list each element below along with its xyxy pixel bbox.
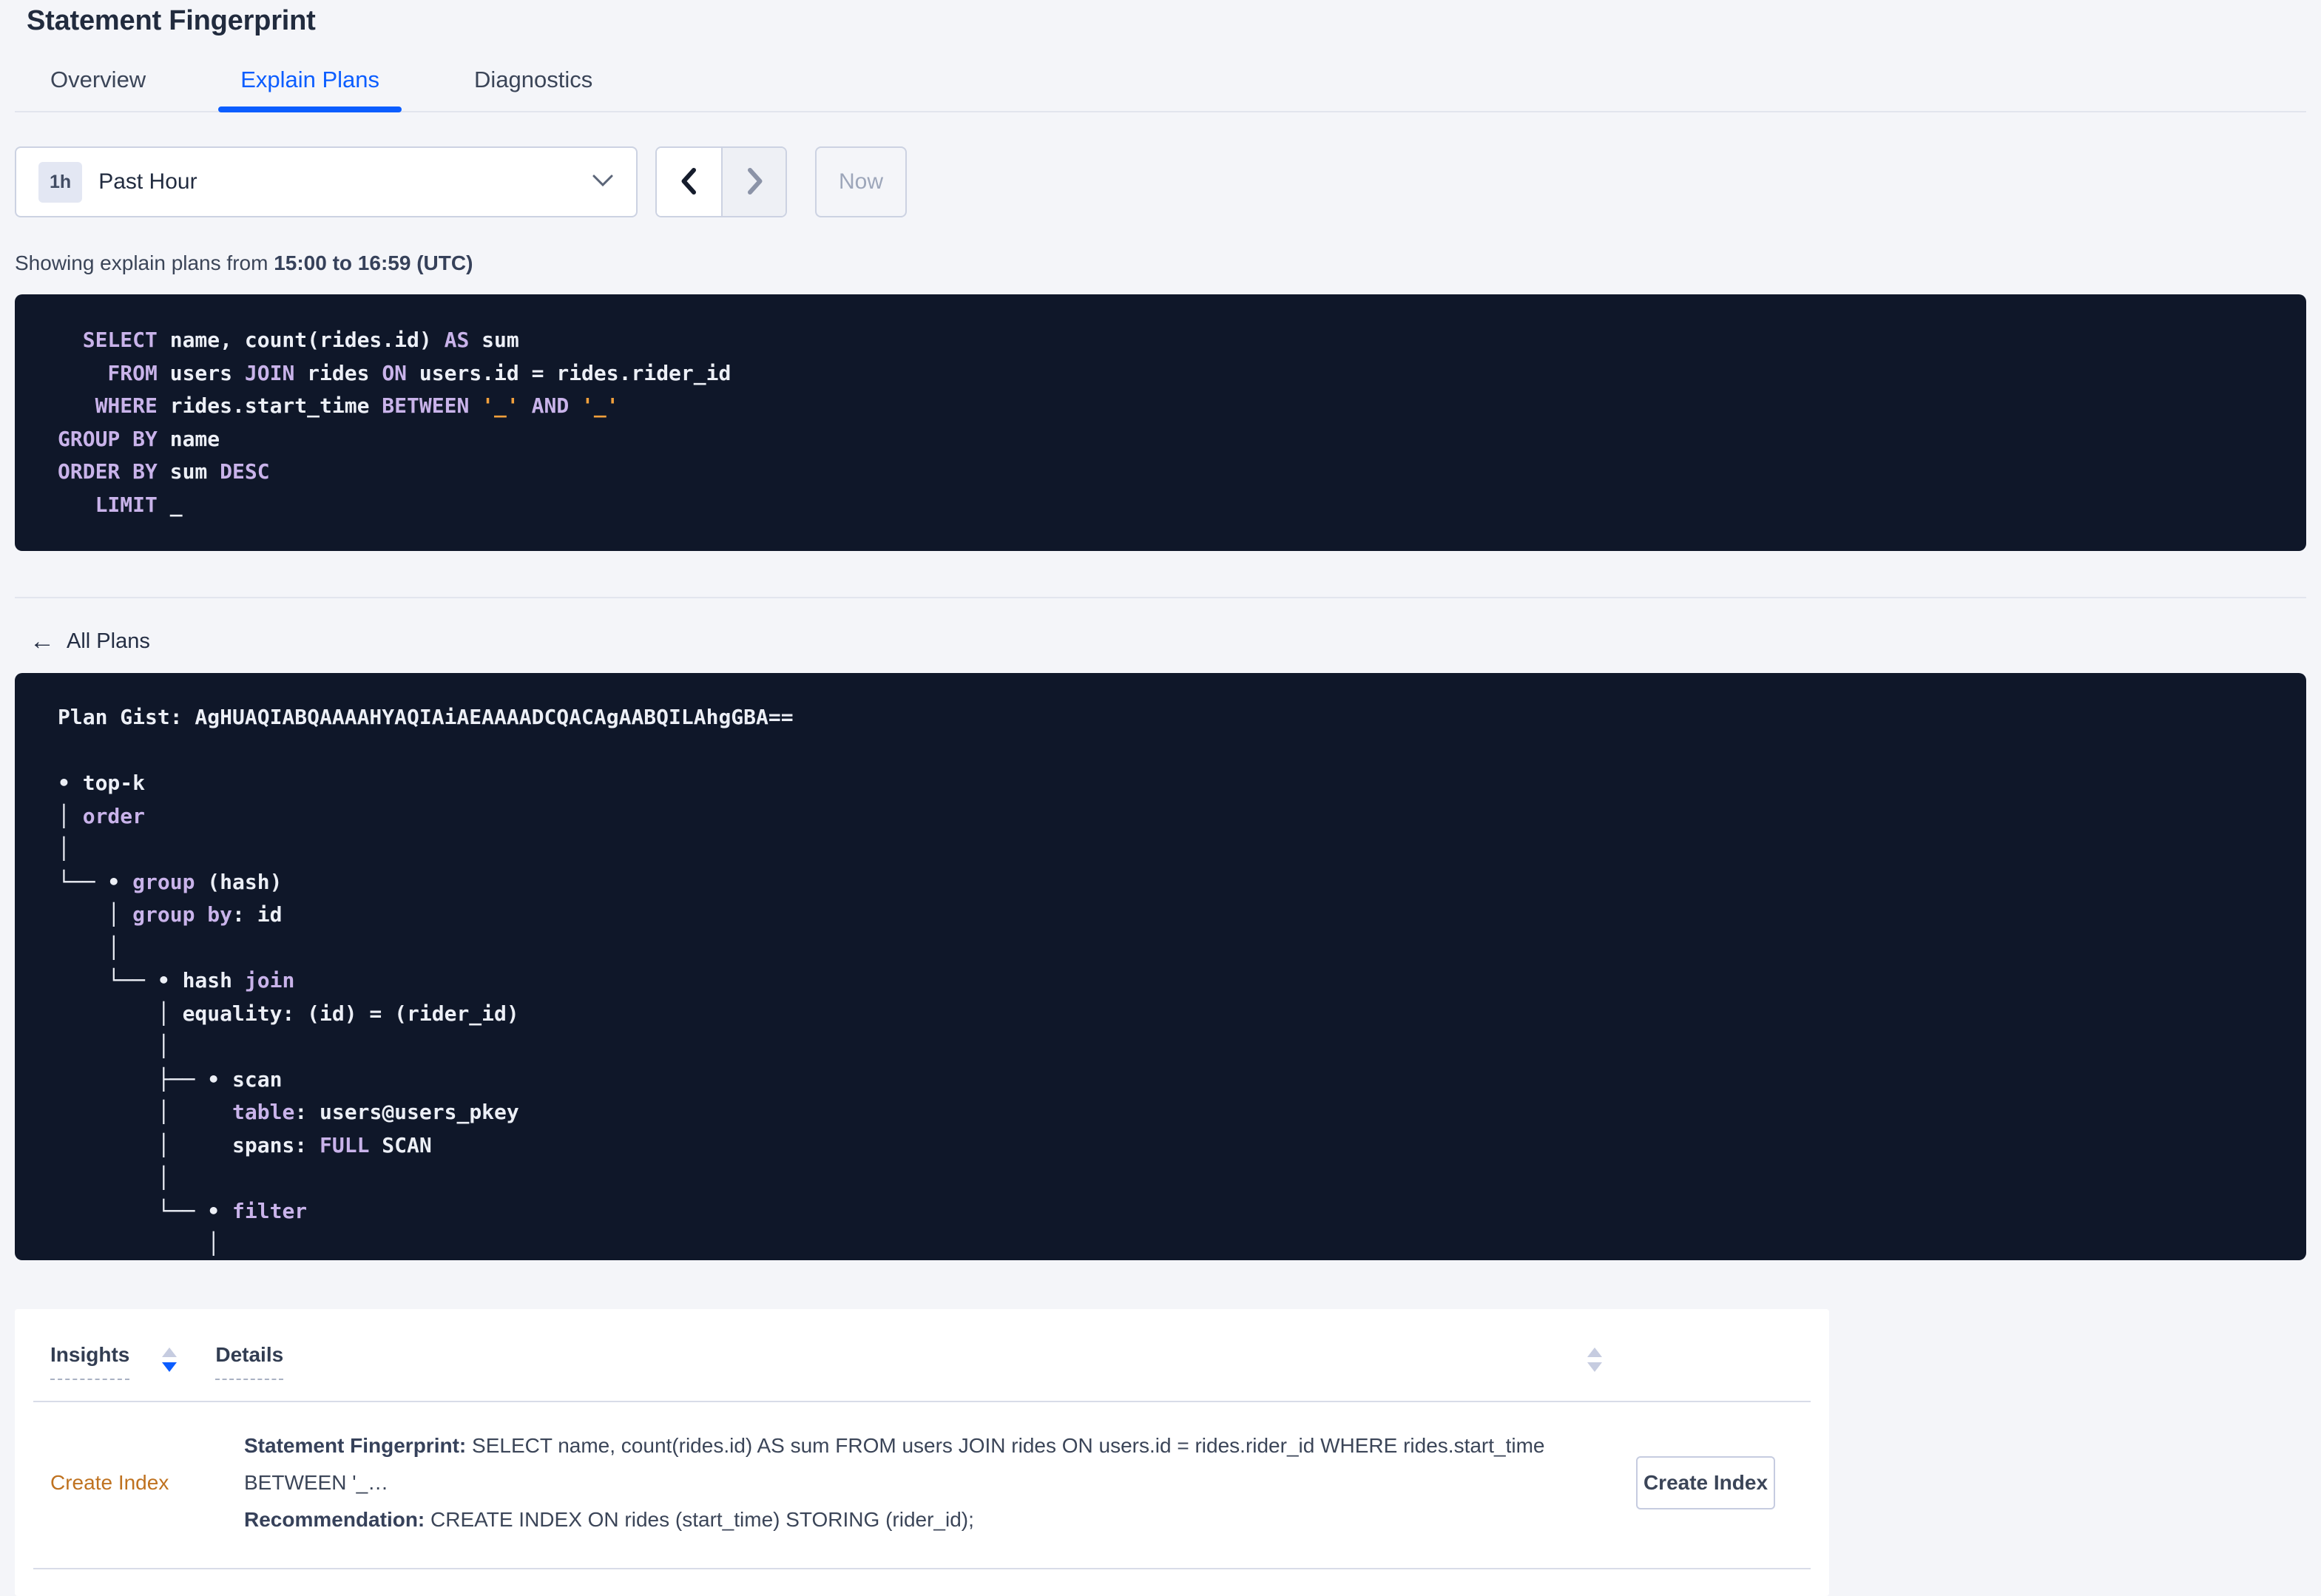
section-divider	[15, 597, 2306, 598]
sort-control-insights[interactable]	[162, 1348, 178, 1372]
tab-explain-plans[interactable]: Explain Plans	[218, 67, 402, 112]
chevron-down-icon	[592, 174, 614, 191]
code-line: │ equality: (id) = (rider_id)	[58, 1001, 519, 1026]
code-line: │	[58, 1166, 170, 1190]
plan-gist-block: Plan Gist: AgHUAQIABQAAAAHYAQIAiAEAAAADC…	[15, 673, 2306, 1260]
sql-statement-block: SELECT name, count(rides.id) AS sum FROM…	[15, 294, 2306, 551]
code-line: └── • group (hash)	[58, 869, 283, 894]
insights-table-header: Insights Details	[15, 1309, 1829, 1380]
code-line: │ group by: id	[58, 902, 283, 927]
code-line: └── • filter	[58, 1198, 308, 1223]
next-time-button[interactable]	[721, 148, 786, 216]
code-line: ORDER BY sum DESC	[58, 459, 270, 484]
code-line: │ order	[58, 803, 146, 828]
insight-action-cell: Create Index	[1582, 1456, 1829, 1509]
chevron-left-icon	[676, 165, 703, 200]
code-line: │ spans: FULL SCAN	[58, 1132, 432, 1157]
statement-fingerprint-page: Statement Fingerprint Overview Explain P…	[0, 4, 2321, 1596]
sort-control-details[interactable]	[1587, 1348, 1602, 1372]
insight-details-cell: Statement Fingerprint: SELECT name, coun…	[244, 1427, 1582, 1538]
code-line: FROM users JOIN rides ON users.id = ride…	[58, 360, 732, 385]
recommendation-text: CREATE INDEX ON rides (start_time) STORI…	[425, 1508, 974, 1531]
insight-fingerprint-line: Statement Fingerprint: SELECT name, coun…	[244, 1427, 1582, 1501]
time-controls: 1h Past Hour Now	[15, 146, 2306, 217]
code-line: • top-k	[58, 771, 146, 795]
code-line: │	[58, 1231, 220, 1256]
showing-range-bold: 15:00 to 16:59 (UTC)	[274, 251, 473, 274]
code-line: LIMIT _	[58, 492, 183, 517]
code-line: │	[58, 836, 70, 861]
sort-asc-icon	[1587, 1348, 1602, 1357]
time-range-label: Past Hour	[98, 169, 197, 194]
insights-table-card: Insights Details Create Index Statement …	[15, 1309, 1829, 1596]
code-line: GROUP BY name	[58, 426, 220, 451]
all-plans-back-link[interactable]: ← All Plans	[30, 629, 150, 654]
code-line: └── • hash join	[58, 968, 295, 993]
showing-range-text: Showing explain plans from 15:00 to 16:5…	[15, 251, 2306, 275]
create-index-button[interactable]: Create Index	[1636, 1456, 1775, 1509]
time-nav-group	[655, 146, 787, 217]
sort-desc-icon	[162, 1362, 178, 1372]
code-line: SELECT name, count(rides.id) AS sum	[58, 328, 519, 352]
column-header-insights[interactable]: Insights	[50, 1343, 130, 1380]
recommendation-label: Recommendation:	[244, 1508, 425, 1531]
sort-asc-icon	[162, 1348, 178, 1357]
fingerprint-label: Statement Fingerprint:	[244, 1434, 467, 1457]
showing-prefix: Showing explain plans from	[15, 251, 274, 274]
code-line: ├── • scan	[58, 1066, 283, 1092]
time-range-select[interactable]: 1h Past Hour	[15, 146, 638, 217]
tab-overview[interactable]: Overview	[50, 67, 146, 111]
insight-type-link[interactable]: Create Index	[50, 1471, 244, 1495]
now-button[interactable]: Now	[815, 146, 907, 217]
tab-bar: Overview Explain Plans Diagnostics	[15, 67, 2306, 112]
code-line: │ table: users@users_pkey	[58, 1100, 519, 1124]
page-title: Statement Fingerprint	[27, 5, 316, 36]
chevron-right-icon	[741, 165, 768, 200]
code-line: Plan Gist: AgHUAQIABQAAAAHYAQIAiAEAAAADC…	[58, 705, 794, 729]
card-bottom-padding	[15, 1569, 1829, 1596]
tab-diagnostics[interactable]: Diagnostics	[474, 67, 592, 111]
prev-time-button[interactable]	[657, 148, 721, 216]
column-header-details[interactable]: Details	[215, 1343, 284, 1380]
sort-desc-icon	[1587, 1362, 1602, 1372]
insight-recommendation-line: Recommendation: CREATE INDEX ON rides (s…	[244, 1501, 1582, 1538]
insight-table-row: Create Index Statement Fingerprint: SELE…	[15, 1402, 1829, 1568]
all-plans-label: All Plans	[67, 629, 150, 653]
code-line: │	[58, 1034, 170, 1058]
time-range-badge: 1h	[38, 161, 83, 203]
back-arrow-icon: ←	[30, 627, 55, 655]
code-line: │	[58, 935, 121, 960]
code-line: WHERE rides.start_time BETWEEN '_' AND '…	[58, 393, 619, 418]
